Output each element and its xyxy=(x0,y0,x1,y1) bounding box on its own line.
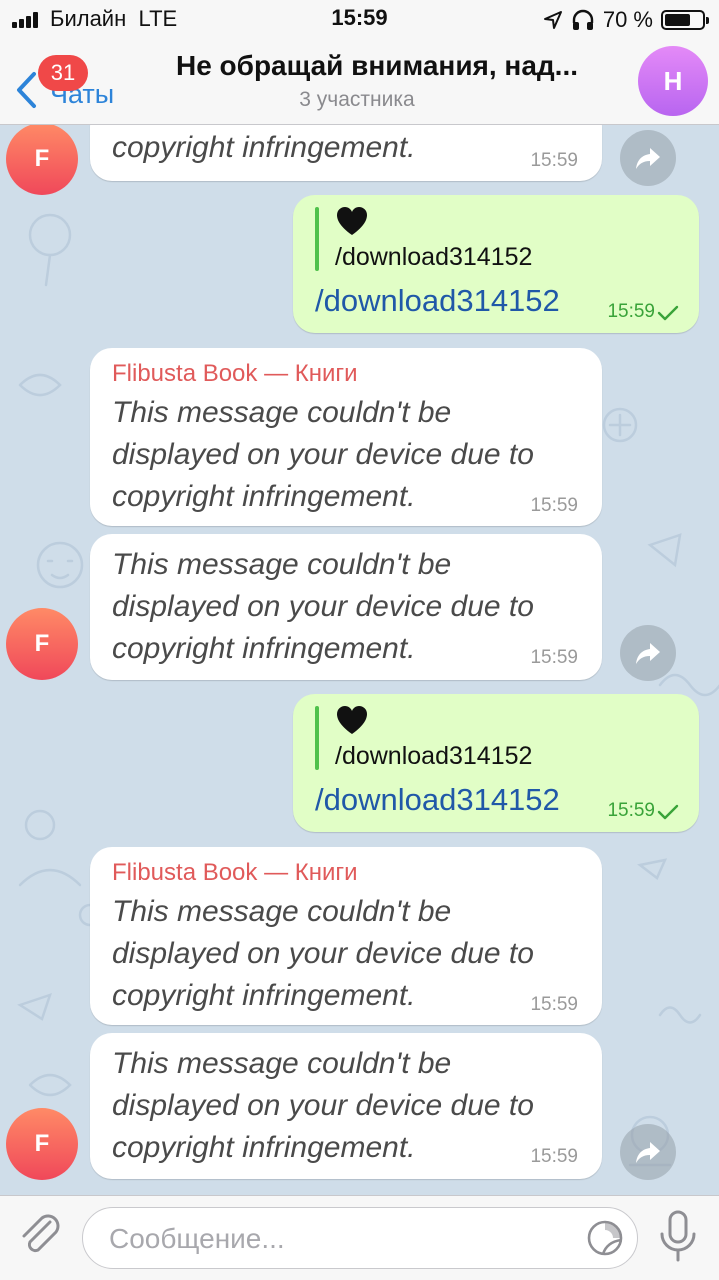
message-text-line: copyright infringement. xyxy=(112,632,416,665)
paperclip-icon[interactable] xyxy=(16,1210,66,1260)
message-time: 15:59 xyxy=(530,150,578,171)
message-time: 15:59 xyxy=(530,495,578,516)
sender-name[interactable]: Flibusta Book — Книги xyxy=(112,360,358,388)
location-arrow-icon xyxy=(543,11,562,29)
sender-name[interactable]: Flibusta Book — Книги xyxy=(112,859,358,887)
status-bar: Билайн LTE 15:59 70 % xyxy=(0,0,719,40)
message-bubble-incoming[interactable]: This message couldn't be displayed on yo… xyxy=(90,534,602,680)
message-bubble-incoming[interactable]: Flibusta Book — Книги This message could… xyxy=(90,847,602,1025)
message-text-line: displayed on your device due to xyxy=(112,937,534,970)
unread-badge: 31 xyxy=(38,55,88,91)
message-text: copyright infringement. xyxy=(112,131,416,164)
sender-avatar[interactable]: F xyxy=(6,1108,78,1180)
share-arrow-icon xyxy=(636,148,660,169)
message-time: 15:59 xyxy=(607,800,655,821)
message-text-line: This message couldn't be xyxy=(112,1047,452,1080)
reply-bar xyxy=(315,207,319,271)
chat-avatar[interactable]: Н xyxy=(638,46,708,116)
message-list[interactable]: copyright infringement. 15:59 F /downloa… xyxy=(0,125,719,1195)
message-bubble-incoming[interactable]: Flibusta Book — Книги This message could… xyxy=(90,348,602,526)
message-input-bar xyxy=(0,1195,719,1280)
battery-percent: 70 % xyxy=(602,7,653,32)
message-time: 15:59 xyxy=(530,994,578,1015)
message-bubble-incoming[interactable]: copyright infringement. 15:59 xyxy=(90,125,602,181)
message-text-line: displayed on your device due to xyxy=(112,438,534,471)
sender-avatar[interactable]: F xyxy=(6,125,78,195)
command-link[interactable]: /download314152 xyxy=(315,283,560,319)
battery-icon xyxy=(661,10,709,30)
message-bubble-outgoing[interactable]: /download314152 /download314152 15:59 xyxy=(293,195,699,333)
read-check-icon xyxy=(657,804,679,820)
message-field[interactable] xyxy=(82,1207,638,1269)
message-input[interactable] xyxy=(107,1216,561,1262)
reply-text[interactable]: /download314152 xyxy=(335,742,532,771)
sticker-icon[interactable] xyxy=(585,1218,625,1258)
share-arrow-icon xyxy=(636,643,660,664)
black-heart-icon xyxy=(337,207,367,235)
message-time: 15:59 xyxy=(530,647,578,668)
share-button[interactable] xyxy=(620,625,676,681)
chat-title[interactable]: Не обращай внимания, над... xyxy=(142,50,612,82)
headphones-icon xyxy=(572,9,594,30)
reply-bar xyxy=(315,706,319,770)
message-text-line: displayed on your device due to xyxy=(112,590,534,623)
message-text-line: This message couldn't be xyxy=(112,548,452,581)
share-arrow-icon xyxy=(636,1142,660,1163)
chat-subtitle: 3 участника xyxy=(299,88,415,111)
message-time: 15:59 xyxy=(530,1146,578,1167)
black-heart-icon xyxy=(337,706,367,734)
message-text-line: displayed on your device due to xyxy=(112,1089,534,1122)
reply-text[interactable]: /download314152 xyxy=(335,243,532,272)
microphone-icon[interactable] xyxy=(656,1208,700,1264)
message-text-line: copyright infringement. xyxy=(112,480,416,513)
message-bubble-outgoing[interactable]: /download314152 /download314152 15:59 xyxy=(293,694,699,832)
command-link[interactable]: /download314152 xyxy=(315,782,560,818)
message-text-line: This message couldn't be xyxy=(112,895,452,928)
message-text-line: This message couldn't be xyxy=(112,396,452,429)
share-button[interactable] xyxy=(620,130,676,186)
share-button[interactable] xyxy=(620,1124,676,1180)
chevron-left-icon xyxy=(17,72,36,108)
message-bubble-incoming[interactable]: This message couldn't be displayed on yo… xyxy=(90,1033,602,1179)
message-text-line: copyright infringement. xyxy=(112,979,416,1012)
back-button[interactable]: Чаты 31 xyxy=(10,52,140,112)
chat-header: Чаты 31 Не обращай внимания, над... 3 уч… xyxy=(0,40,719,125)
sender-avatar[interactable]: F xyxy=(6,608,78,680)
message-text-line: copyright infringement. xyxy=(112,1131,416,1164)
message-time: 15:59 xyxy=(607,301,655,322)
read-check-icon xyxy=(657,305,679,321)
status-right: 70 % xyxy=(543,6,709,34)
